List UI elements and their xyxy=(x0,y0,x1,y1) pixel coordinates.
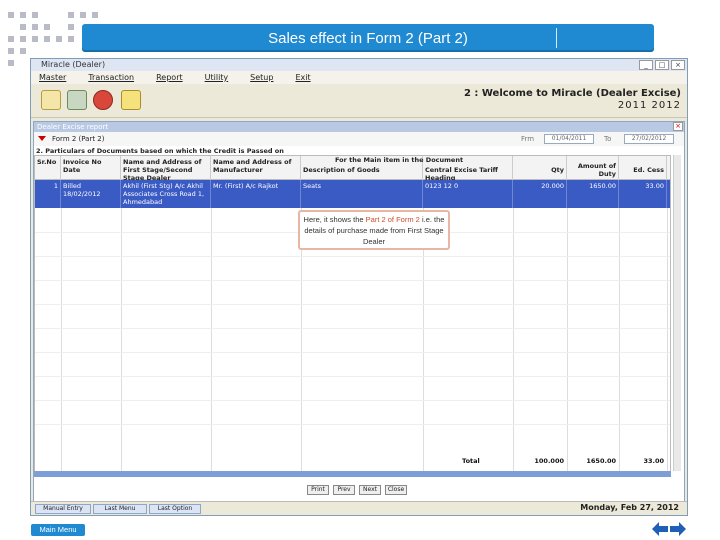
cell-dealer: Akhil (First Stg) A/c Akhil Associates C… xyxy=(121,180,211,208)
last-option-button[interactable]: Last Option xyxy=(149,504,201,514)
welcome-text: 2 : Welcome to Miracle (Dealer Excise) xyxy=(463,88,681,99)
callout-text: Here, it shows the xyxy=(303,215,364,224)
status-bar: Manual Entry Last Menu Last Option Monda… xyxy=(31,501,687,515)
callout-highlight: Part 2 of Form 2 xyxy=(365,215,420,224)
total-cess: 33.00 xyxy=(643,457,664,465)
cell-manufacturer: Mr. (First) A/c Rajkot xyxy=(211,180,301,208)
horizontal-scrollbar[interactable] xyxy=(34,471,671,477)
menu-bar: Master Transaction Report Utility Setup … xyxy=(31,71,687,84)
from-label: Frm xyxy=(521,135,535,143)
status-datetime: Monday, Feb 27, 2012 xyxy=(580,503,679,512)
cell-cess: 33.00 xyxy=(619,180,667,208)
col-dealer: Name and Address of First Stage/Second S… xyxy=(121,156,211,182)
callout-box: Here, it shows the Part 2 of Form 2 i.e.… xyxy=(298,210,450,250)
minimize-button[interactable]: _ xyxy=(639,60,653,70)
total-row: Total 100.000 1650.00 33.00 xyxy=(34,457,671,467)
grid-line xyxy=(35,256,670,257)
next-button[interactable]: Next xyxy=(359,485,381,495)
to-label: To xyxy=(604,135,612,143)
grid-line xyxy=(121,208,122,472)
cell-goods: Seats xyxy=(301,180,423,208)
cell-qty: 20.000 xyxy=(513,180,567,208)
grid-line xyxy=(35,280,670,281)
grid-line xyxy=(619,208,620,472)
banner-divider xyxy=(556,28,557,48)
manual-entry-button[interactable]: Manual Entry xyxy=(35,504,91,514)
col-cess: Ed. Cess xyxy=(619,156,667,180)
total-label: Total xyxy=(462,457,480,465)
financial-year: 2011 2012 xyxy=(617,100,681,111)
maximize-button[interactable]: □ xyxy=(655,60,669,70)
total-duty: 1650.00 xyxy=(586,457,616,465)
grid-line xyxy=(35,328,670,329)
report-buttons: Print Prev Next Close xyxy=(307,485,407,495)
money-bag-icon[interactable] xyxy=(93,90,113,110)
menu-transaction[interactable]: Transaction xyxy=(88,71,134,84)
slide-title-banner: Sales effect in Form 2 (Part 2) xyxy=(82,24,654,52)
col-sr-no: Sr.No xyxy=(35,156,61,180)
col-manufacturer: Name and Address of Manufacturer xyxy=(211,156,301,180)
slide-title: Sales effect in Form 2 (Part 2) xyxy=(268,29,468,47)
to-date-field[interactable]: 27/02/2012 xyxy=(624,134,674,144)
cell-invoice: Billed 18/02/2012 xyxy=(61,180,121,208)
window-title: Miracle (Dealer) xyxy=(41,60,106,69)
app-window: Miracle (Dealer) _ □ × Master Transactio… xyxy=(30,58,688,516)
report-title: Dealer Excise report xyxy=(37,123,109,131)
toolbar: 2 : Welcome to Miracle (Dealer Excise) 2… xyxy=(31,84,687,118)
cell-tariff: 0123 12 0 xyxy=(423,180,513,208)
menu-exit[interactable]: Exit xyxy=(295,71,310,84)
main-menu-button[interactable]: Main Menu xyxy=(31,524,85,536)
grid-line xyxy=(211,208,212,472)
grid-line xyxy=(513,208,514,472)
report-titlebar: Dealer Excise report × xyxy=(34,122,684,132)
close-button[interactable]: × xyxy=(671,60,685,70)
notepad-icon[interactable] xyxy=(121,90,141,110)
table-row[interactable]: 1 Billed 18/02/2012 Akhil (First Stg) A/… xyxy=(35,180,670,208)
last-menu-button[interactable]: Last Menu xyxy=(93,504,147,514)
col-qty: Qty xyxy=(513,156,567,180)
grid-header: Sr.No Invoice No Date Name and Address o… xyxy=(35,156,670,182)
menu-utility[interactable]: Utility xyxy=(205,71,229,84)
grid-line xyxy=(35,376,670,377)
grid-line xyxy=(567,208,568,472)
from-date-field[interactable]: 01/04/2011 xyxy=(544,134,594,144)
form-name: Form 2 (Part 2) xyxy=(52,135,105,143)
cell-sr: 1 xyxy=(35,180,61,208)
grid-line xyxy=(35,400,670,401)
grid-line xyxy=(35,304,670,305)
cart-icon[interactable] xyxy=(67,90,87,110)
group-header: For the Main item in the Document xyxy=(335,156,464,164)
total-qty: 100.000 xyxy=(534,457,564,465)
grid-line xyxy=(667,208,668,472)
report-grid[interactable]: Sr.No Invoice No Date Name and Address o… xyxy=(34,155,671,473)
col-invoice: Invoice No Date xyxy=(61,156,121,180)
form-bar: Form 2 (Part 2) Frm 01/04/2011 To 27/02/… xyxy=(34,132,684,146)
menu-report[interactable]: Report xyxy=(156,71,183,84)
back-arrow-icon[interactable] xyxy=(652,522,668,536)
grid-line xyxy=(61,208,62,472)
report-close-button[interactable]: × xyxy=(673,122,683,131)
close-report-button[interactable]: Close xyxy=(385,485,407,495)
window-titlebar: Miracle (Dealer) _ □ × xyxy=(31,59,687,71)
vertical-scrollbar[interactable] xyxy=(673,155,681,471)
col-duty: Amount of Duty xyxy=(567,156,619,180)
menu-setup[interactable]: Setup xyxy=(250,71,273,84)
grid-line xyxy=(35,424,670,425)
menu-master[interactable]: Master xyxy=(39,71,66,84)
print-button[interactable]: Print xyxy=(307,485,329,495)
grid-line xyxy=(35,352,670,353)
forward-arrow-icon[interactable] xyxy=(670,522,686,536)
slide: Sales effect in Form 2 (Part 2) Miracle … xyxy=(0,0,720,540)
collapse-arrow-icon[interactable] xyxy=(38,136,46,141)
documents-icon[interactable] xyxy=(41,90,61,110)
prev-button[interactable]: Prev xyxy=(333,485,355,495)
cell-duty: 1650.00 xyxy=(567,180,619,208)
welcome-banner: 2 : Welcome to Miracle (Dealer Excise) 2… xyxy=(464,88,681,112)
